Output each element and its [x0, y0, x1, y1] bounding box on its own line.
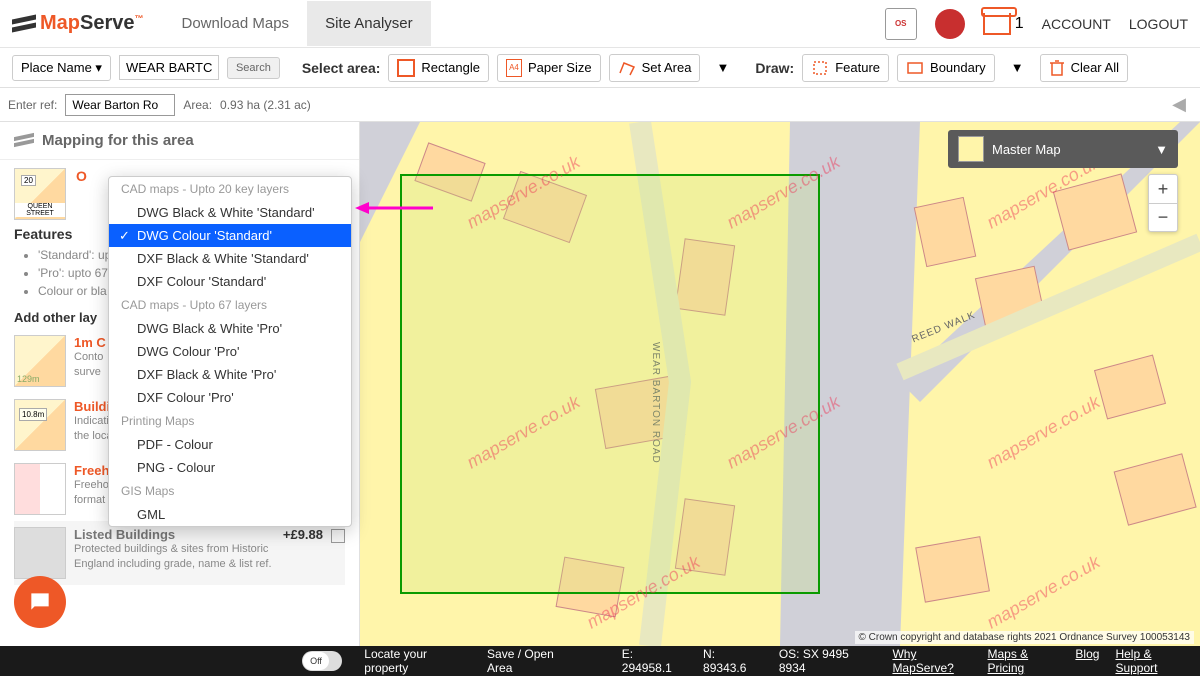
os-mastermap-link[interactable]: O	[76, 168, 87, 184]
boundary-icon	[906, 59, 924, 77]
chevron-down-icon: ▼	[1155, 142, 1168, 157]
dd-item-dxf-colour-std[interactable]: DXF Colour 'Standard'	[109, 270, 351, 293]
feature-button[interactable]: Feature	[802, 54, 889, 82]
northing-value: N: 89343.6	[703, 647, 757, 675]
basket-count: 1	[1015, 15, 1024, 33]
rectangle-button[interactable]: Rectangle	[388, 54, 489, 82]
maps-pricing-link[interactable]: Maps & Pricing	[988, 647, 1060, 675]
toggle-knob: Off	[303, 652, 329, 670]
sidebar-title: Mapping for this area	[0, 122, 359, 160]
ref-bar: Enter ref: Area: 0.93 ha (2.31 ac) ◀	[0, 88, 1200, 122]
layer-thumb-icon	[958, 136, 984, 162]
os-grid-value: OS: SX 9495 8934	[779, 647, 871, 675]
logo-text-1: Map	[40, 12, 80, 34]
tab-site-analyser[interactable]: Site Analyser	[307, 1, 431, 46]
dd-item-png-colour[interactable]: PNG - Colour	[109, 456, 351, 479]
building-heights-thumb	[14, 399, 66, 451]
set-area-button[interactable]: Set Area	[609, 54, 701, 82]
enter-ref-label: Enter ref:	[8, 98, 57, 112]
nav-tabs: Download Maps Site Analyser	[164, 1, 431, 46]
listed-desc: Protected buildings & sites from Histori…	[74, 542, 275, 573]
logo[interactable]: MapServe™	[12, 12, 144, 35]
account-link[interactable]: ACCOUNT	[1042, 16, 1111, 32]
contours-thumb	[14, 335, 66, 387]
polygon-icon	[618, 59, 636, 77]
feature-icon	[811, 59, 829, 77]
select-area-label: Select area:	[302, 60, 381, 76]
format-dropdown-menu: CAD maps - Upto 20 key layers DWG Black …	[108, 176, 352, 527]
dd-item-dxf-bw-std[interactable]: DXF Black & White 'Standard'	[109, 247, 351, 270]
listed-checkbox[interactable]	[331, 529, 345, 543]
chat-button[interactable]	[14, 576, 66, 628]
dd-item-dwg-bw-pro[interactable]: DWG Black & White 'Pro'	[109, 317, 351, 340]
trademark: ™	[135, 13, 144, 23]
dd-group-4: GIS Maps	[109, 479, 351, 503]
area-caret-button[interactable]: ▼	[708, 56, 737, 79]
draw-label: Draw:	[755, 60, 794, 76]
dd-item-pdf-colour[interactable]: PDF - Colour	[109, 433, 351, 456]
save-open-area-button[interactable]: Save / Open Area	[487, 647, 574, 675]
rics-badge-icon	[935, 9, 965, 39]
footer-bar: Off Locate your property Save / Open Are…	[0, 646, 1200, 676]
dd-group-3: Printing Maps	[109, 409, 351, 433]
tab-download-maps[interactable]: Download Maps	[164, 1, 308, 46]
chat-icon	[27, 589, 53, 615]
logo-text-2: Serve	[80, 12, 135, 34]
paper-icon: A4	[506, 59, 522, 77]
blog-link[interactable]: Blog	[1075, 647, 1099, 675]
area-label: Area:	[183, 98, 212, 112]
dd-item-dwg-colour-pro[interactable]: DWG Colour 'Pro'	[109, 340, 351, 363]
os-thumb: 20 QUEEN STREET	[14, 168, 66, 220]
basket-button[interactable]: 1	[983, 13, 1024, 35]
zoom-control: + −	[1148, 174, 1178, 232]
dd-item-dwg-bw-std[interactable]: DWG Black & White 'Standard'	[109, 201, 351, 224]
help-support-link[interactable]: Help & Support	[1115, 647, 1188, 675]
sidebar: Mapping for this area 20 QUEEN STREET O …	[0, 122, 360, 646]
map-layer-selector[interactable]: Master Map ▼	[948, 130, 1178, 168]
map-attribution: © Crown copyright and database rights 20…	[855, 631, 1194, 644]
dd-group-1: CAD maps - Upto 20 key layers	[109, 177, 351, 201]
toolbar: Place Name ▾ Search Select area: Rectang…	[0, 48, 1200, 88]
listed-thumb	[14, 527, 66, 579]
dd-item-dxf-colour-pro[interactable]: DXF Colour 'Pro'	[109, 386, 351, 409]
zoom-out-button[interactable]: −	[1149, 203, 1177, 231]
dd-item-dxf-bw-pro[interactable]: DXF Black & White 'Pro'	[109, 363, 351, 386]
pointer-arrow-icon	[355, 196, 435, 220]
easting-value: E: 294958.1	[622, 647, 681, 675]
selection-rectangle[interactable]	[400, 174, 820, 594]
top-header: MapServe™ Download Maps Site Analyser OS…	[0, 0, 1200, 48]
why-mapserve-link[interactable]: Why MapServe?	[892, 647, 971, 675]
listed-price: +£9.88	[283, 527, 323, 542]
layers-small-icon	[14, 133, 34, 149]
place-name-dropdown[interactable]: Place Name ▾	[12, 55, 111, 81]
listed-title[interactable]: Listed Buildings	[74, 527, 275, 542]
dd-item-dwg-colour-std[interactable]: DWG Colour 'Standard'	[109, 224, 351, 247]
locate-label: Locate your property	[364, 647, 465, 675]
area-value: 0.93 ha (2.31 ac)	[220, 98, 311, 112]
dd-group-2: CAD maps - Upto 67 layers	[109, 293, 351, 317]
boundary-button[interactable]: Boundary	[897, 54, 995, 82]
layer-row-listed: Listed Buildings Protected buildings & s…	[14, 521, 345, 585]
trash-icon	[1049, 59, 1065, 77]
dd-item-gml[interactable]: GML	[109, 503, 351, 526]
clear-all-button[interactable]: Clear All	[1040, 54, 1128, 82]
map-canvas[interactable]: WEAR BARTON ROAD REED WALK mapserve.co.u…	[360, 122, 1200, 646]
ref-input[interactable]	[65, 94, 175, 116]
layers-icon	[12, 14, 36, 34]
basket-icon	[983, 13, 1011, 35]
boundary-caret-button[interactable]: ▼	[1003, 56, 1032, 79]
paper-size-button[interactable]: A4Paper Size	[497, 54, 601, 82]
locate-toggle[interactable]: Off	[302, 651, 342, 671]
collapse-sidebar-button[interactable]: ◀	[1166, 94, 1192, 115]
logout-link[interactable]: LOGOUT	[1129, 16, 1188, 32]
zoom-in-button[interactable]: +	[1149, 175, 1177, 203]
search-input[interactable]	[119, 55, 219, 80]
os-partner-badge: OS	[885, 8, 917, 40]
freehold-thumb	[14, 463, 66, 515]
search-button[interactable]: Search	[227, 57, 280, 79]
rectangle-icon	[397, 59, 415, 77]
